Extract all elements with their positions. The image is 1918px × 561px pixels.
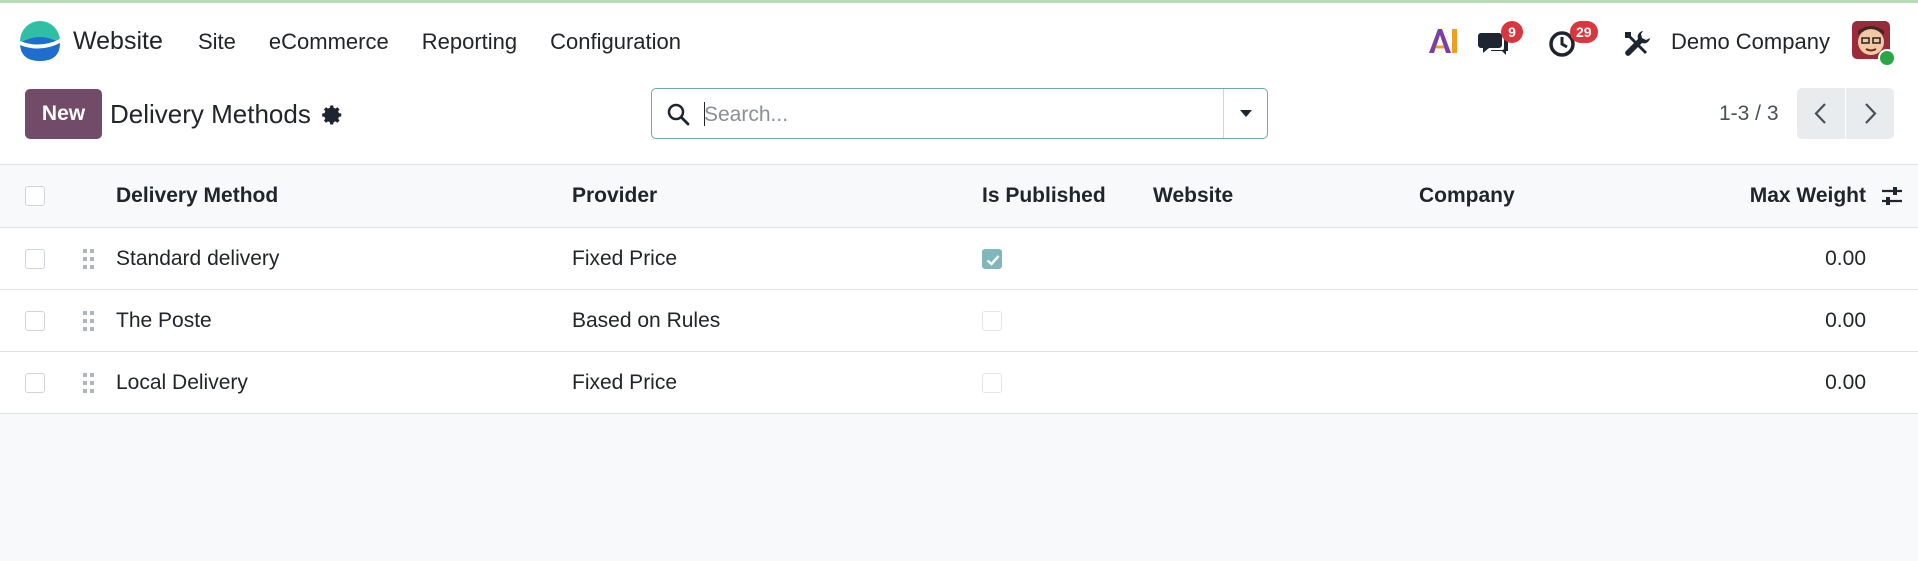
menu-item-configuration[interactable]: Configuration — [550, 29, 681, 55]
page-title[interactable]: Delivery Methods — [110, 99, 311, 130]
table-header: Delivery Method Provider Is Published We… — [0, 165, 1918, 228]
text-caret — [704, 102, 705, 126]
column-header-website[interactable]: Website — [1153, 184, 1233, 208]
menu-item-ecommerce[interactable]: eCommerce — [269, 29, 389, 55]
row-checkbox[interactable] — [25, 372, 45, 393]
main-menu: Site eCommerce Reporting Configuration — [198, 29, 714, 55]
online-status-indicator — [1878, 49, 1896, 67]
chevron-left-icon — [1814, 103, 1826, 124]
drag-handle-icon[interactable] — [82, 247, 96, 271]
select-all-checkbox[interactable] — [25, 186, 45, 206]
menu-item-site[interactable]: Site — [198, 29, 236, 55]
search-options-toggle-icon[interactable] — [1224, 89, 1268, 138]
column-header-max-weight[interactable]: Max Weight — [1750, 184, 1866, 208]
row-checkbox[interactable] — [25, 248, 45, 269]
app-name[interactable]: Website — [73, 27, 163, 56]
search-input[interactable] — [702, 99, 1266, 131]
column-header-company[interactable]: Company — [1419, 184, 1515, 208]
menu-item-reporting[interactable]: Reporting — [422, 29, 517, 55]
is-published-checkbox[interactable] — [982, 310, 1002, 331]
ai-icon[interactable] — [1427, 25, 1459, 57]
column-header-is-published[interactable]: Is Published — [982, 184, 1106, 208]
drag-handle-icon[interactable] — [82, 371, 96, 395]
row-checkbox[interactable] — [25, 310, 45, 331]
new-button[interactable]: New — [25, 89, 102, 139]
delivery-method-name: The Poste — [116, 308, 212, 332]
drag-handle-icon[interactable] — [82, 309, 96, 333]
delivery-method-name: Local Delivery — [116, 370, 248, 394]
chevron-right-icon — [1865, 103, 1877, 124]
pager-next-button[interactable] — [1846, 88, 1894, 139]
max-weight-value: 0.00 — [1825, 308, 1866, 332]
delivery-methods-table: Delivery Method Provider Is Published We… — [0, 165, 1918, 414]
control-panel: New Delivery Methods 1-3 / 3 — [0, 80, 1918, 165]
main-navbar: Website Site eCommerce Reporting Configu… — [0, 3, 1918, 80]
table-row[interactable]: The Poste Based on Rules 0.00 — [0, 290, 1918, 352]
column-header-provider[interactable]: Provider — [572, 184, 657, 208]
search-icon[interactable] — [666, 102, 690, 126]
optional-columns-icon[interactable] — [1880, 185, 1904, 207]
website-app-logo-icon[interactable] — [18, 19, 62, 63]
search-bar — [651, 88, 1268, 139]
provider-value: Fixed Price — [572, 246, 678, 270]
max-weight-value: 0.00 — [1825, 370, 1866, 394]
settings-tools-icon[interactable] — [1621, 28, 1653, 60]
max-weight-value: 0.00 — [1825, 246, 1866, 270]
company-switcher[interactable]: Demo Company — [1671, 29, 1830, 55]
table-row[interactable]: Local Delivery Fixed Price 0.00 — [0, 352, 1918, 414]
column-header-delivery-method[interactable]: Delivery Method — [116, 184, 278, 208]
activities-badge: 29 — [1570, 21, 1598, 43]
gear-icon[interactable] — [322, 104, 344, 126]
checkmark-icon — [986, 254, 1000, 266]
is-published-checkbox[interactable] — [982, 248, 1002, 269]
is-published-checkbox[interactable] — [982, 372, 1002, 393]
provider-value: Based on Rules — [572, 308, 721, 332]
table-row[interactable]: Standard delivery Fixed Price 0.00 — [0, 228, 1918, 290]
delivery-method-name: Standard delivery — [116, 246, 280, 270]
pager-value[interactable]: 1-3 / 3 — [1719, 102, 1779, 126]
provider-value: Fixed Price — [572, 370, 678, 394]
pager-previous-button[interactable] — [1797, 88, 1845, 139]
messages-badge: 9 — [1501, 21, 1523, 43]
